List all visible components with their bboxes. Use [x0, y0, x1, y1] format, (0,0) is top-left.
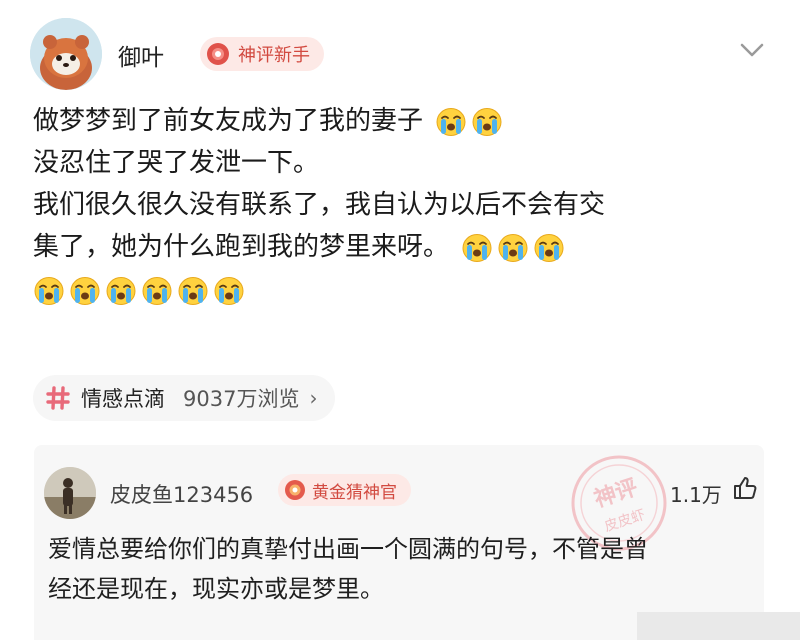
loudly-crying-face-icon	[34, 277, 64, 305]
comment-avatar[interactable]	[44, 467, 96, 519]
loudly-crying-face-icon	[70, 277, 100, 305]
loudly-crying-face-icon	[142, 277, 172, 305]
award-badge-icon	[207, 43, 229, 65]
post-line: 没忍住了哭了发泄一下。	[33, 148, 320, 178]
loudly-crying-face-icon	[498, 233, 528, 262]
loudly-crying-face-icon	[436, 107, 466, 136]
post-line: 做梦梦到了前女友成为了我的妻子	[33, 100, 773, 142]
person-photo-icon	[44, 467, 96, 519]
loudly-crying-face-icon	[534, 233, 564, 262]
top-comment: 神评 皮皮虾 皮皮鱼123456 黄金猜神官 1.1万 爱情总要给你们的真挚付出…	[34, 445, 764, 640]
post-author-name[interactable]: 御叶	[118, 38, 164, 72]
loudly-crying-face-icon	[462, 233, 492, 262]
chevron-right-icon: ›	[309, 386, 318, 410]
loudly-crying-face-icon	[214, 277, 244, 305]
watermark-text: 神评	[591, 474, 641, 512]
emoji-group	[435, 107, 503, 137]
loudly-crying-face-icon	[472, 107, 502, 136]
hashtag-icon	[46, 386, 70, 410]
badge-label: 神评新手	[238, 45, 310, 66]
loudly-crying-face-icon	[106, 277, 136, 305]
loudly-crying-face-icon	[178, 277, 208, 305]
chevron-down-icon[interactable]	[738, 40, 766, 60]
red-panda-avatar-icon	[30, 18, 102, 90]
emoji-group	[33, 268, 773, 314]
badge-label: 黄金猜神官	[312, 482, 397, 503]
comment-author-name[interactable]: 皮皮鱼123456	[110, 479, 253, 509]
comment-text: 爱情总要给你们的真挚付出画一个圆满的句号，不管是曾 经还是现在，现实亦或是梦里。	[48, 529, 758, 609]
avatar[interactable]	[30, 18, 102, 90]
comment-author-badge[interactable]: 黄金猜神官	[278, 474, 411, 506]
post-line: 集了，她为什么跑到我的梦里来呀。	[33, 226, 773, 268]
post-line: 我们很久很久没有联系了，我自认为以后不会有交	[33, 190, 606, 220]
thumbs-up-icon[interactable]	[732, 475, 758, 501]
topic-views: 9037万浏览	[183, 387, 300, 411]
topic-chip[interactable]: 情感点滴 9037万浏览 ›	[33, 375, 336, 421]
comment-line: 经还是现在，现实亦或是梦里。	[48, 575, 384, 603]
topic-name: 情感点滴	[81, 387, 165, 411]
like-count: 1.1万	[670, 483, 722, 507]
gold-medal-icon	[285, 480, 305, 500]
author-badge[interactable]: 神评新手	[200, 37, 324, 71]
bottom-edge-strip	[637, 612, 800, 640]
emoji-group	[461, 233, 565, 263]
post-body: 做梦梦到了前女友成为了我的妻子 没忍住了哭了发泄一下。 我们很久很久没有联系了，…	[33, 100, 773, 314]
comment-line: 爱情总要给你们的真挚付出画一个圆满的句号，不管是曾	[48, 535, 648, 563]
